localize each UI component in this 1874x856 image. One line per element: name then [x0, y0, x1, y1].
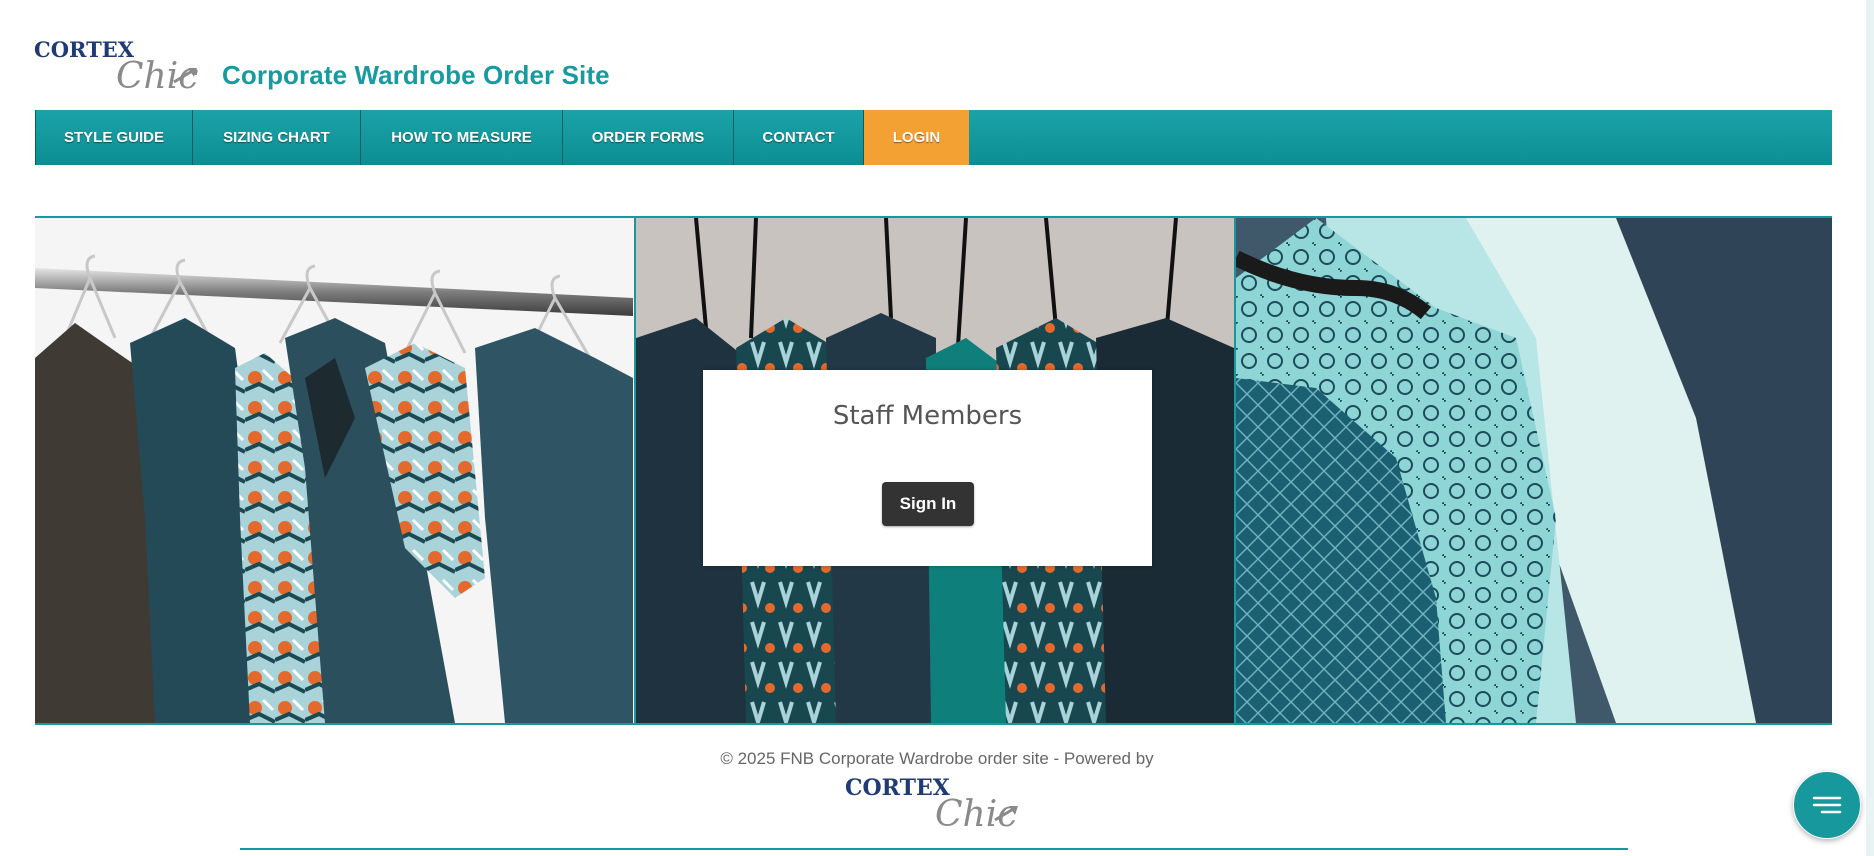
- hero-image-patterned-shirts: [1234, 218, 1832, 723]
- site-title: Corporate Wardrobe Order Site: [222, 60, 610, 90]
- page-scroll-track: [1866, 0, 1874, 856]
- footer-cortex-chic-logo[interactable]: CORTEX Chic: [843, 776, 1025, 830]
- footer-divider: [240, 848, 1628, 850]
- cortex-chic-logo[interactable]: CORTEX Chic: [34, 38, 202, 92]
- hero-image-jackets-on-rail: [35, 218, 633, 723]
- footer-logo-script: Chic: [935, 794, 1017, 830]
- main-navigation: Style Guide Sizing Chart How To Measure …: [35, 110, 1832, 165]
- nav-sizing-chart[interactable]: Sizing Chart: [193, 110, 361, 165]
- menu-lines-icon: [1812, 796, 1842, 814]
- staff-login-card: Staff Members Sign In: [703, 370, 1152, 566]
- chat-launcher-button[interactable]: [1793, 771, 1861, 839]
- sign-in-button[interactable]: Sign In: [882, 482, 974, 526]
- nav-how-to-measure[interactable]: How To Measure: [361, 110, 563, 165]
- nav-style-guide[interactable]: Style Guide: [35, 110, 193, 165]
- footer-copyright: © 2025 FNB Corporate Wardrobe order site…: [720, 749, 1154, 768]
- login-card-title: Staff Members: [832, 401, 1023, 431]
- nav-order-forms[interactable]: Order Forms: [563, 110, 734, 165]
- nav-login[interactable]: Login: [864, 110, 969, 165]
- nav-contact[interactable]: Contact: [734, 110, 864, 165]
